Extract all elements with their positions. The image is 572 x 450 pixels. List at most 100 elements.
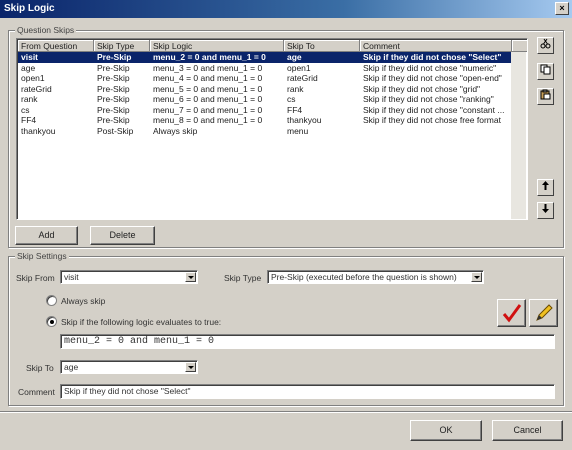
table-row[interactable]: open1 Pre-Skip menu_4 = 0 and menu_1 = 0 ra… <box>18 73 512 84</box>
copy-icon <box>540 64 551 75</box>
cell-comment <box>360 126 512 137</box>
table-row[interactable]: thankyou Post-Skip Always skip menu <box>18 126 512 137</box>
cell-skip-to: cs <box>287 94 296 104</box>
cell-comment: Skip if they did not chose "constant ... <box>363 104 505 115</box>
always-skip-radio[interactable] <box>46 295 57 306</box>
cell-from-question: visit <box>21 52 39 62</box>
always-skip-label[interactable]: Always skip <box>61 296 105 306</box>
comment-input[interactable]: Skip if they did not chose "Select" <box>60 384 555 399</box>
cell-from-question: FF4 <box>21 115 37 125</box>
table-row[interactable]: cs Pre-Skip menu_7 = 0 and menu_1 = 0 FF4 Sk… <box>18 105 512 116</box>
skip-settings-label: Skip Settings <box>15 251 69 261</box>
cell-skip-type: Pre-Skip <box>97 104 130 115</box>
skip-list-scrollbar[interactable] <box>511 52 526 219</box>
cell-comment: Skip if they did not chose "ranking" <box>363 94 494 104</box>
footer-divider <box>0 411 572 413</box>
cell-from-question: thankyou <box>21 125 56 136</box>
skip-logic-input[interactable]: menu_2 = 0 and menu_1 = 0 <box>60 334 555 349</box>
cell-skip-type: Pre-Skip <box>97 73 130 83</box>
cell-skip-type: Pre-Skip <box>97 52 132 62</box>
column-header-skip-logic[interactable]: Skip Logic <box>150 40 284 52</box>
cell-from-question: open1 <box>21 73 45 83</box>
skip-to-value: age <box>64 362 79 372</box>
cell-from-question: age <box>21 62 36 73</box>
checkmark-icon <box>502 304 522 323</box>
cell-comment: Skip if they did not chose "Select" <box>363 52 502 62</box>
add-button[interactable]: Add <box>15 226 78 245</box>
cell-comment: Skip if they did not chose free format <box>363 115 501 125</box>
question-skips-label: Question Skips <box>15 25 77 35</box>
cell-skip-logic: menu_3 = 0 and menu_1 = 0 <box>153 62 263 73</box>
cell-skip-to: open1 <box>287 62 311 73</box>
close-button[interactable]: × <box>555 2 569 15</box>
cell-skip-logic: menu_6 = 0 and menu_1 = 0 <box>153 94 263 104</box>
cell-skip-to: age <box>287 52 302 62</box>
column-header-from-question[interactable]: From Question <box>18 40 94 52</box>
cell-skip-type: Post-Skip <box>97 125 134 136</box>
column-header-filler <box>512 40 527 52</box>
cell-skip-logic: menu_4 = 0 and menu_1 = 0 <box>153 73 263 83</box>
paste-button[interactable] <box>537 88 554 105</box>
table-row[interactable]: rateGrid Pre-Skip menu_5 = 0 and menu_1 = … <box>18 84 512 95</box>
copy-button[interactable] <box>537 63 554 80</box>
skip-from-select[interactable]: visit <box>60 270 198 284</box>
logic-skip-label[interactable]: Skip if the following logic evaluates to… <box>61 317 221 327</box>
skip-type-select[interactable]: Pre-Skip (executed before the question i… <box>267 270 484 284</box>
pencil-icon <box>536 304 553 321</box>
validate-logic-button[interactable] <box>497 299 526 327</box>
skip-list[interactable]: From Question Skip Type Skip Logic Skip … <box>16 38 528 220</box>
cell-skip-logic: menu_5 = 0 and menu_1 = 0 <box>153 83 263 94</box>
cell-skip-to: rank <box>287 83 304 94</box>
scissors-icon <box>540 38 551 49</box>
table-row[interactable]: age Pre-Skip menu_3 = 0 and menu_1 = 0 open… <box>18 63 512 74</box>
cell-skip-type: Pre-Skip <box>97 94 130 104</box>
column-header-comment[interactable]: Comment <box>360 40 512 52</box>
ok-button[interactable]: OK <box>410 420 482 441</box>
cell-skip-to: rateGrid <box>287 73 318 83</box>
table-row[interactable]: FF4 Pre-Skip menu_8 = 0 and menu_1 = 0 than… <box>18 115 512 126</box>
move-down-button[interactable] <box>537 202 554 219</box>
cell-skip-logic: menu_2 = 0 and menu_1 = 0 <box>153 52 266 62</box>
cell-skip-to: menu <box>287 125 309 136</box>
skip-from-label: Skip From <box>16 273 55 283</box>
skip-type-label: Skip Type <box>224 273 262 283</box>
table-row[interactable]: visit Pre-Skip menu_2 = 0 and menu_1 = 0 ag… <box>18 52 512 63</box>
cell-comment: Skip if they did not chose "open-end" <box>363 73 502 83</box>
cell-skip-logic: menu_8 = 0 and menu_1 = 0 <box>153 115 263 125</box>
cell-comment: Skip if they did not chose "grid" <box>363 83 481 94</box>
close-icon: × <box>559 3 565 13</box>
chevron-down-icon[interactable] <box>471 272 482 282</box>
cell-skip-logic: Always skip <box>153 125 198 136</box>
edit-logic-button[interactable] <box>529 299 558 327</box>
cell-skip-logic: menu_7 = 0 and menu_1 = 0 <box>153 104 263 115</box>
cell-skip-type: Pre-Skip <box>97 62 130 73</box>
cell-comment: Skip if they did not chose "numeric" <box>363 62 497 73</box>
skip-to-select[interactable]: age <box>60 360 198 374</box>
cell-from-question: rateGrid <box>21 83 52 94</box>
chevron-down-icon[interactable] <box>185 272 196 282</box>
skip-list-header: From Question Skip Type Skip Logic Skip … <box>18 40 527 52</box>
cell-skip-to: thankyou <box>287 115 322 125</box>
chevron-down-icon[interactable] <box>185 362 196 372</box>
comment-label: Comment <box>18 387 55 397</box>
cell-skip-type: Pre-Skip <box>97 83 130 94</box>
column-header-skip-type[interactable]: Skip Type <box>94 40 150 52</box>
title-bar: Skip Logic × <box>0 0 572 18</box>
move-up-button[interactable] <box>537 179 554 196</box>
move-down-icon <box>542 204 549 213</box>
cell-from-question: cs <box>21 104 30 115</box>
cell-skip-type: Pre-Skip <box>97 115 130 125</box>
column-header-skip-to[interactable]: Skip To <box>284 40 360 52</box>
skip-from-value: visit <box>64 272 79 282</box>
cancel-button[interactable]: Cancel <box>492 420 563 441</box>
cut-button[interactable] <box>537 37 554 54</box>
paste-icon <box>540 89 551 100</box>
skip-to-label: Skip To <box>26 363 54 373</box>
table-row[interactable]: rank Pre-Skip menu_6 = 0 and menu_1 = 0 cs S… <box>18 94 512 105</box>
skip-type-value: Pre-Skip (executed before the question i… <box>271 272 457 282</box>
delete-button[interactable]: Delete <box>90 226 155 245</box>
move-up-icon <box>542 181 549 190</box>
logic-skip-radio[interactable] <box>46 316 57 327</box>
cell-skip-to: FF4 <box>287 104 303 115</box>
cell-from-question: rank <box>21 94 38 104</box>
